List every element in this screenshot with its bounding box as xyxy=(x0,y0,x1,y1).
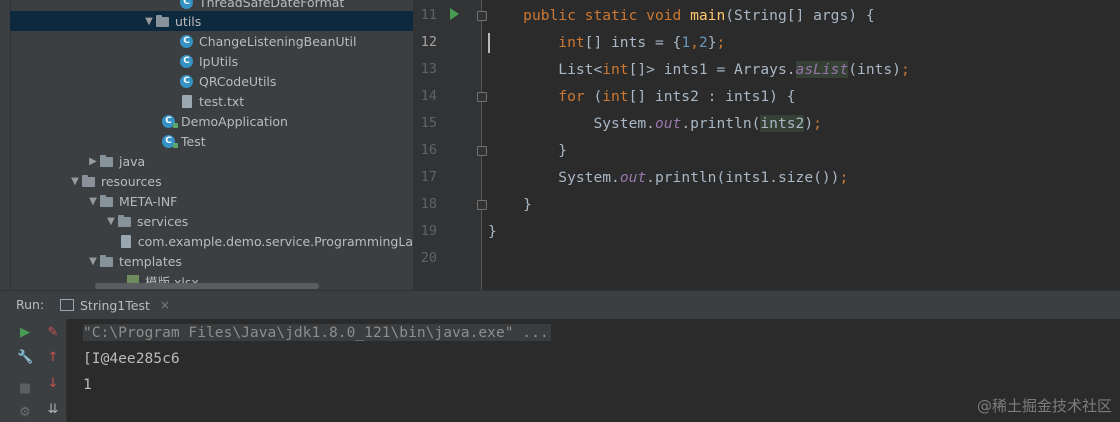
tree-item-service-file[interactable]: com.example.demo.service.ProgrammingLa xyxy=(10,231,413,251)
tab-label: String1Test xyxy=(80,297,150,313)
tree-item-label: utils xyxy=(175,13,202,29)
folder-icon xyxy=(100,155,114,167)
chevron-down-icon[interactable]: ▼ xyxy=(142,16,156,27)
code-line-17: System.out.println(ints1.size()); xyxy=(558,169,849,186)
chevron-down-icon[interactable]: ▼ xyxy=(86,196,100,207)
text-caret xyxy=(488,33,490,53)
class-icon: C xyxy=(180,55,194,68)
tree-item-qrcodeutils[interactable]: C QRCodeUtils xyxy=(10,71,413,91)
resources-folder-icon xyxy=(82,175,96,187)
tree-item-changelisteningbeanutil[interactable]: C ChangeListeningBeanUtil xyxy=(10,31,413,51)
chevron-right-icon[interactable]: ▶ xyxy=(86,156,100,167)
folder-icon xyxy=(118,215,132,227)
line-number: 19 xyxy=(420,223,437,239)
tree-item-services[interactable]: ▼ services xyxy=(10,211,413,231)
tree-item-label: templates xyxy=(119,253,182,269)
console-output[interactable]: "C:\Program Files\Java\jdk1.8.0_121\bin\… xyxy=(67,319,1120,422)
line-number: 20 xyxy=(420,250,437,266)
tree-item-label: resources xyxy=(101,173,162,189)
code-line-12: int[] ints = {1,2}; xyxy=(558,34,726,51)
console-tab-icon xyxy=(60,299,74,311)
tree-item-resources[interactable]: ▼ resources xyxy=(10,171,413,191)
line-number: 15 xyxy=(420,115,437,131)
fold-marker-icon[interactable] xyxy=(477,92,487,102)
line-number: 14 xyxy=(420,88,437,104)
class-icon: C xyxy=(180,35,194,48)
run-toolbar: ▶ 🔧 ■ ⚙ ✎ ↑ ↓ ⇊ xyxy=(0,319,67,422)
class-icon: C xyxy=(180,0,194,9)
folder-icon xyxy=(156,15,170,27)
tree-item-java[interactable]: ▶ java xyxy=(10,151,413,171)
tree-item-label: DemoApplication xyxy=(181,113,288,129)
soft-wrap-icon[interactable]: ⇊ xyxy=(45,402,61,418)
console-line-command: "C:\Program Files\Java\jdk1.8.0_121\bin\… xyxy=(83,324,551,341)
run-main-icon[interactable] xyxy=(450,8,459,20)
editor-gutter: 11 12 13 14 15 16 17 18 19 20 xyxy=(413,0,487,290)
fold-marker-icon[interactable] xyxy=(477,146,487,156)
code-line-13: List<int[]> ints1 = Arrays.asList(ints); xyxy=(558,61,910,78)
rerun-icon[interactable]: ▶ xyxy=(17,325,33,341)
arrow-up-icon[interactable]: ↑ xyxy=(45,350,61,366)
tree-item-label: java xyxy=(119,153,146,169)
line-number: 12 xyxy=(420,34,437,50)
folder-icon xyxy=(100,195,114,207)
console-line: 1 xyxy=(83,376,92,393)
line-number: 16 xyxy=(420,142,437,158)
arrow-down-icon[interactable]: ↓ xyxy=(45,376,61,392)
project-tree-panel: C ThreadSafeDateFormat ▼ utils C ChangeL… xyxy=(0,0,413,290)
tree-item-label: Test xyxy=(181,133,206,149)
chevron-down-icon[interactable]: ▼ xyxy=(68,176,82,187)
runnable-class-icon: C xyxy=(162,135,178,148)
class-icon: C xyxy=(180,75,194,88)
tree-item-test-txt[interactable]: test.txt xyxy=(10,91,413,111)
tree-item-label: com.example.demo.service.ProgrammingLa xyxy=(137,233,413,249)
edit-config-icon[interactable]: ✎ xyxy=(45,325,61,341)
line-number: 18 xyxy=(420,196,437,212)
code-line-19: } xyxy=(488,223,497,240)
tree-item-label: services xyxy=(137,213,189,229)
run-panel-header: Run: String1Test × xyxy=(0,290,1120,320)
text-file-icon xyxy=(180,95,194,108)
tree-item-label: QRCodeUtils xyxy=(199,73,277,89)
tree-item-templates[interactable]: ▼ templates xyxy=(10,251,413,271)
tree-item-label: IpUtils xyxy=(199,53,239,69)
tree-item-label: ChangeListeningBeanUtil xyxy=(199,33,357,49)
code-line-18: } xyxy=(523,196,532,213)
run-label: Run: xyxy=(16,297,45,312)
tree-item-label: test.txt xyxy=(199,93,245,109)
text-file-icon xyxy=(119,235,133,248)
close-icon[interactable]: × xyxy=(160,298,170,312)
wrench-icon[interactable]: 🔧 xyxy=(17,350,33,366)
folder-icon xyxy=(100,255,114,267)
gear-icon[interactable]: ⚙ xyxy=(17,405,33,421)
code-line-16: } xyxy=(558,142,568,159)
chevron-down-icon[interactable]: ▼ xyxy=(104,216,118,227)
tree-item-label: ThreadSafeDateFormat xyxy=(199,0,345,10)
tree-item-utils[interactable]: ▼ utils xyxy=(10,11,413,31)
tab-string1test[interactable]: String1Test × xyxy=(60,294,170,316)
console-line: [I@4ee285c6 xyxy=(83,350,180,367)
tree-item-label: META-INF xyxy=(119,193,178,209)
line-number: 13 xyxy=(420,61,437,77)
tree-item-meta-inf[interactable]: ▼ META-INF xyxy=(10,191,413,211)
watermark: @稀土掘金技术社区 xyxy=(976,397,1112,415)
runnable-class-icon: C xyxy=(162,115,178,128)
tree-item-demoapplication[interactable]: C DemoApplication xyxy=(10,111,413,131)
tree-item-test[interactable]: C Test xyxy=(10,131,413,151)
line-number: 11 xyxy=(420,7,437,23)
code-editor[interactable]: 11 12 13 14 15 16 17 18 19 20 public sta… xyxy=(413,0,1120,290)
chevron-down-icon[interactable]: ▼ xyxy=(86,256,100,267)
fold-marker-icon[interactable] xyxy=(477,11,487,21)
line-number: 17 xyxy=(420,169,437,185)
stop-icon[interactable]: ■ xyxy=(17,381,33,397)
fold-marker-icon[interactable] xyxy=(477,200,487,210)
code-line-15: System.out.println(ints2); xyxy=(593,115,822,132)
horizontal-scrollbar[interactable] xyxy=(95,283,319,289)
code-line-11: public static void main(String[] args) { xyxy=(523,7,875,24)
tree-item-iputils[interactable]: C IpUtils xyxy=(10,51,413,71)
code-line-14: for (int[] ints2 : ints1) { xyxy=(558,88,796,105)
